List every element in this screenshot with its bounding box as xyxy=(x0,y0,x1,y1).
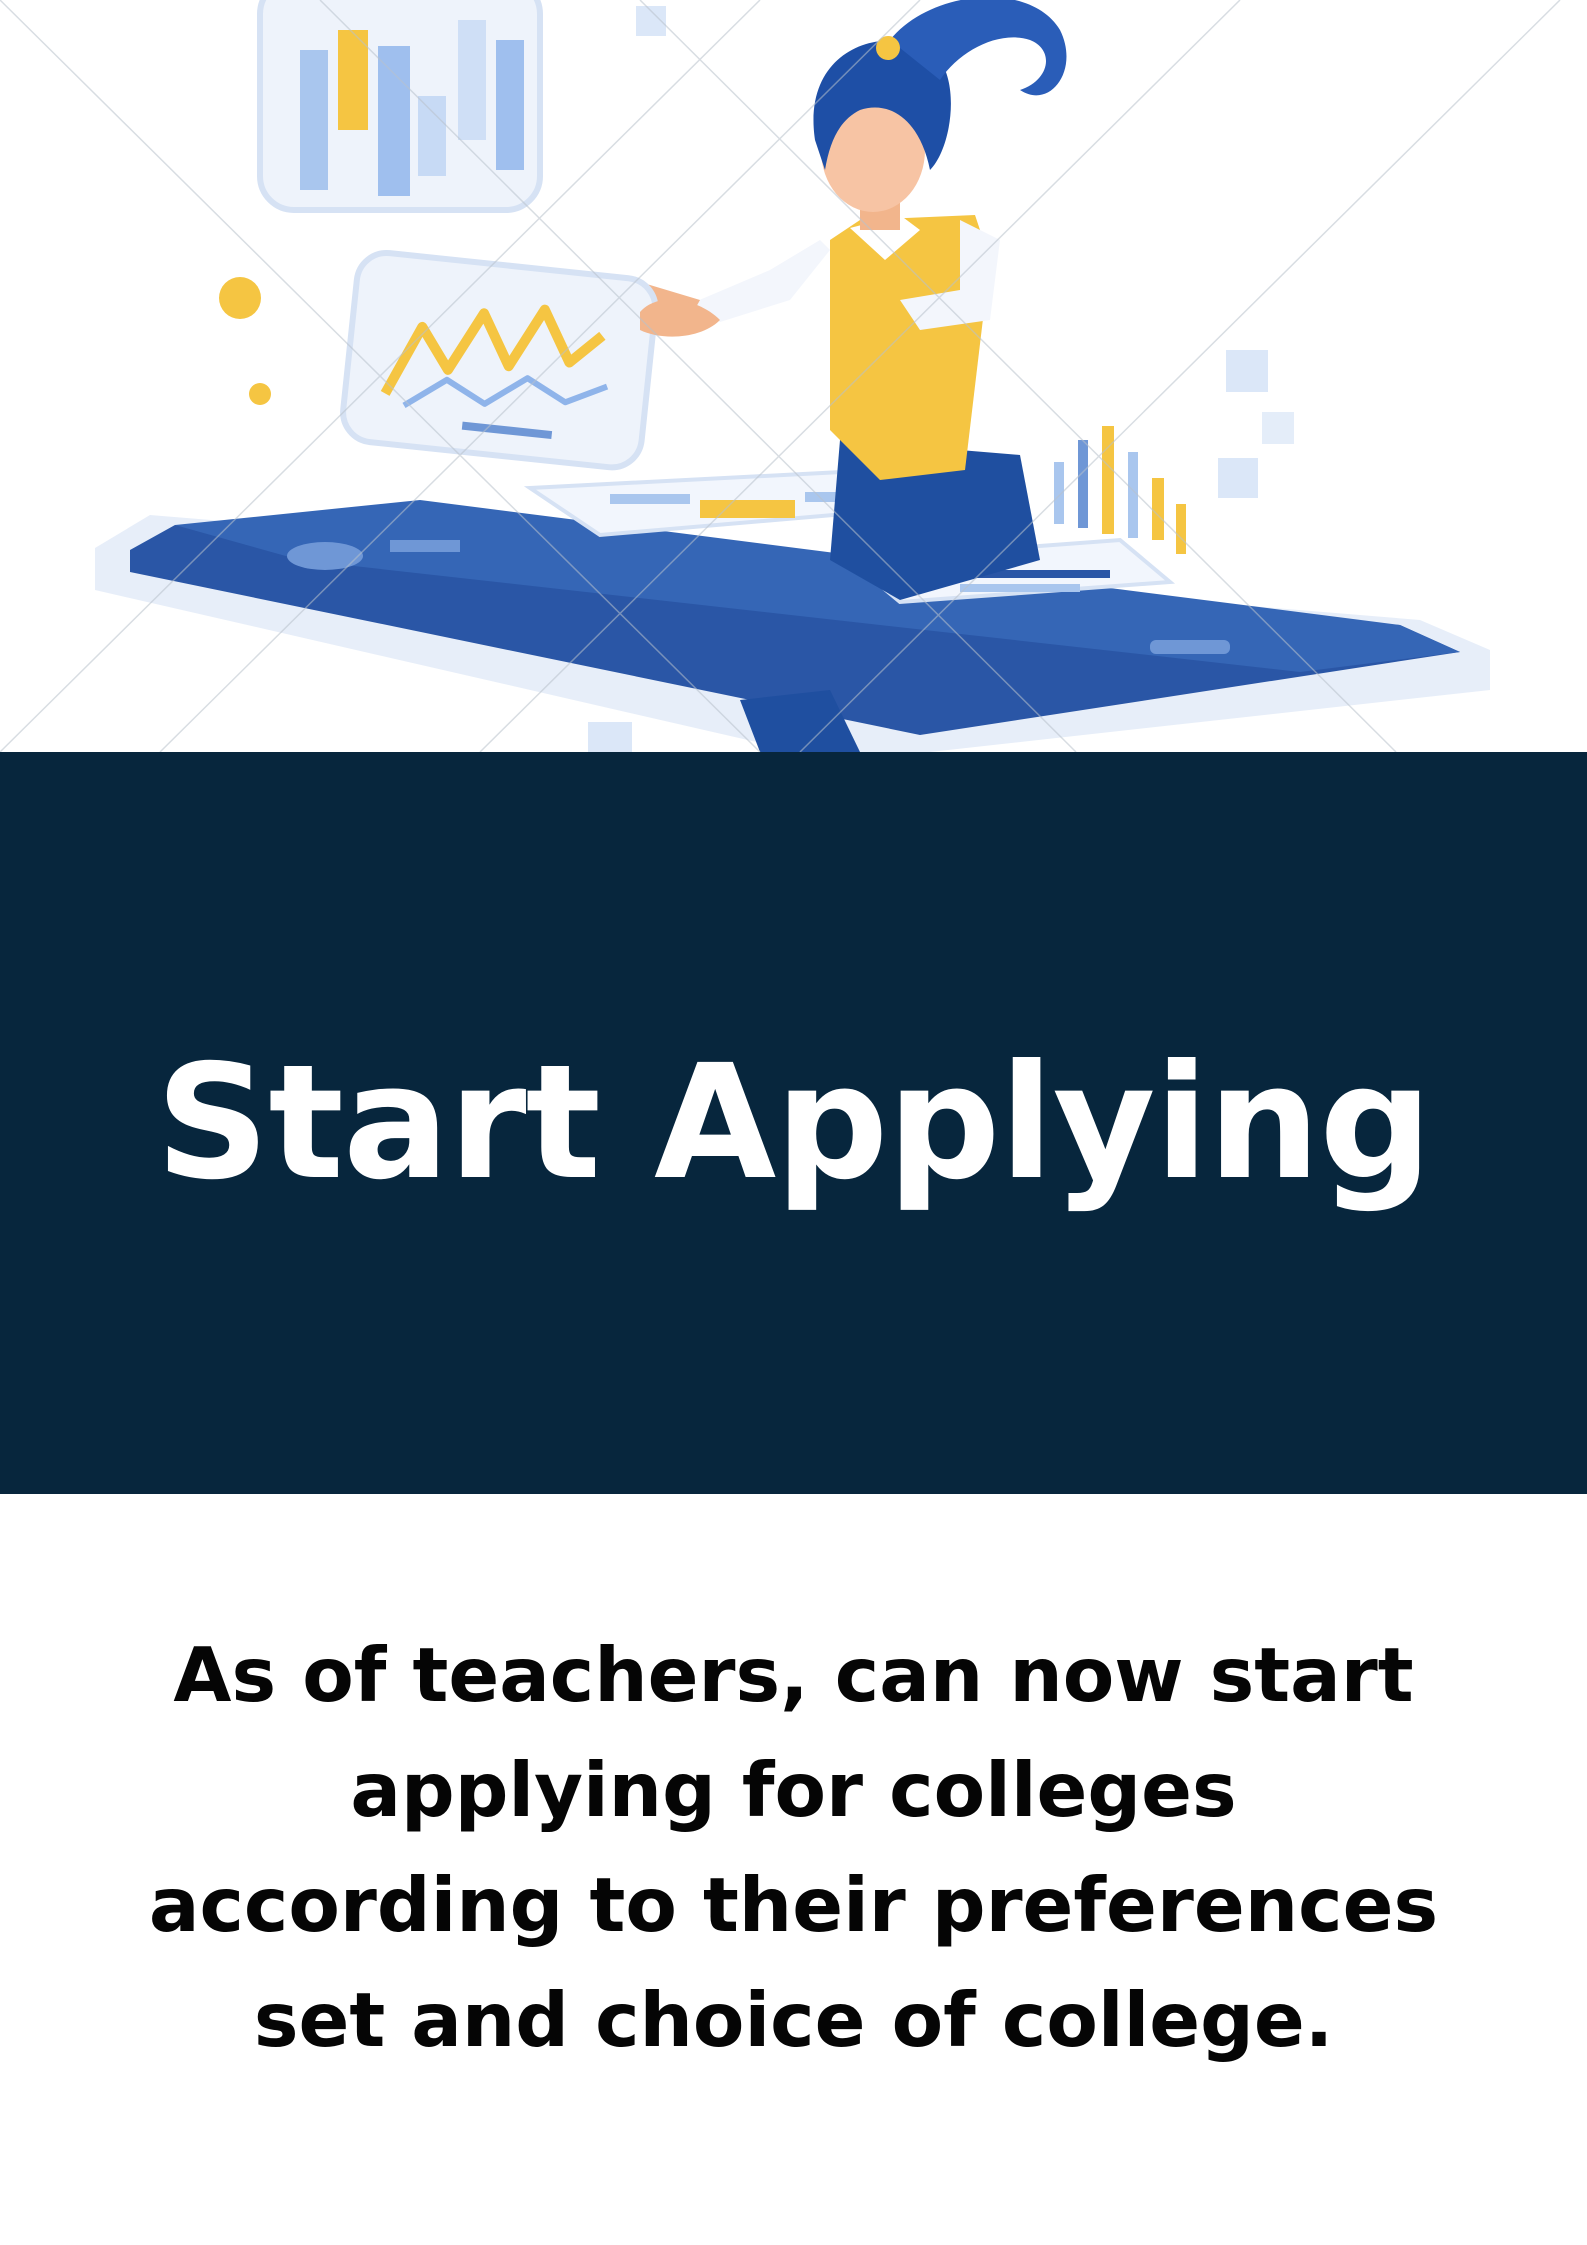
woman-analyzing-charts-icon xyxy=(0,0,1561,752)
description-text: As of teachers, can now start applying f… xyxy=(60,1618,1527,2078)
description-line-3: according to their preferences xyxy=(148,1861,1439,1949)
hero-illustration xyxy=(0,0,1587,752)
description-line-4: set and choice of college. xyxy=(253,1976,1334,2064)
description-line-2: applying for colleges xyxy=(350,1746,1237,1834)
description-line-1: As of teachers, can now start xyxy=(173,1631,1414,1719)
page-title: Start Applying xyxy=(155,1031,1433,1215)
title-banner: Start Applying xyxy=(0,752,1587,1494)
